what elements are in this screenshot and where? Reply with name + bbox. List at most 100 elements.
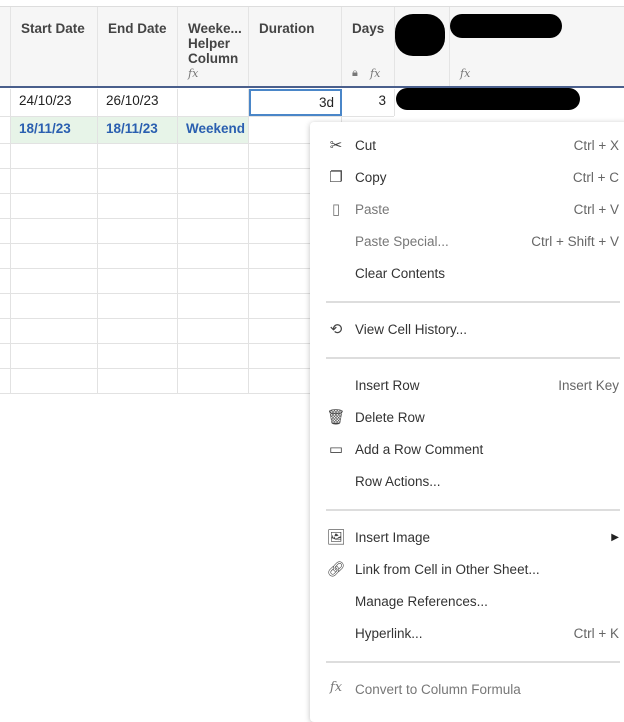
cell[interactable] (98, 244, 178, 268)
menu-item-manage-references[interactable]: Manage References... (310, 587, 624, 617)
cell-duration-selected[interactable]: 3d (249, 89, 342, 116)
menu-item-convert-column-formula[interactable]: fx Convert to Column Formula (310, 675, 624, 705)
cell[interactable] (178, 169, 249, 193)
menu-item-paste[interactable]: ▯ Paste Ctrl + V (310, 195, 624, 225)
cell-weekend-helper[interactable] (178, 89, 249, 116)
cell[interactable] (98, 269, 178, 293)
cell[interactable] (0, 344, 11, 368)
cell[interactable] (0, 294, 11, 318)
cell[interactable] (11, 169, 98, 193)
cell-days[interactable]: 3 (342, 89, 395, 116)
column-label: Days (352, 21, 385, 36)
cell[interactable] (178, 344, 249, 368)
table-row[interactable]: 24/10/23 26/10/23 3d 3 (0, 89, 395, 117)
menu-divider (326, 301, 620, 303)
menu-shortcut: Ctrl + C (572, 170, 619, 185)
row-number[interactable] (0, 117, 11, 143)
menu-item-hyperlink[interactable]: Hyperlink... Ctrl + K (310, 619, 624, 649)
menu-item-delete-row[interactable]: 🗑︎ Delete Row (310, 403, 624, 433)
cell-end-date[interactable]: 26/10/23 (98, 89, 178, 116)
menu-label: Add a Row Comment (355, 442, 484, 457)
cell[interactable] (98, 219, 178, 243)
cell-end-date[interactable]: 18/11/23 (98, 117, 178, 143)
menu-item-cut[interactable]: ✂ Cut Ctrl + X (310, 131, 624, 161)
trash-icon: 🗑︎ (326, 409, 346, 426)
cell[interactable] (98, 144, 178, 168)
menu-item-insert-image[interactable]: 🖼︎ Insert Image ▶ (310, 523, 624, 553)
context-menu: ✂ Cut Ctrl + X ❐ Copy Ctrl + C ▯ Paste Ctrl + … (310, 122, 624, 722)
menu-item-clear-contents[interactable]: Clear Contents (310, 259, 624, 289)
cell[interactable] (98, 294, 178, 318)
column-label: Weeke... Helper Column (188, 21, 242, 66)
cell[interactable] (11, 144, 98, 168)
menu-label: Manage References... (355, 594, 488, 609)
cell[interactable] (178, 319, 249, 343)
column-label: Duration (259, 21, 315, 36)
formula-icon: fx (460, 67, 471, 80)
formula-icon: fx (188, 67, 199, 80)
submenu-arrow-icon: ▶ (611, 532, 619, 543)
cell[interactable] (11, 319, 98, 343)
cell[interactable] (11, 194, 98, 218)
cell[interactable] (178, 219, 249, 243)
menu-item-row-actions[interactable]: Row Actions... (310, 467, 624, 497)
cell[interactable] (178, 269, 249, 293)
cell[interactable] (178, 244, 249, 268)
cell[interactable] (11, 369, 98, 393)
column-header-duration[interactable]: Duration (249, 7, 342, 86)
column-label: End Date (108, 21, 167, 36)
menu-item-paste-special[interactable]: Paste Special... Ctrl + Shift + V (310, 227, 624, 257)
menu-label: Copy (355, 170, 387, 185)
cell[interactable] (11, 219, 98, 243)
cell[interactable] (98, 169, 178, 193)
clipboard-icon: ▯ (331, 201, 341, 218)
cell[interactable] (178, 194, 249, 218)
cell-start-date[interactable]: 18/11/23 (11, 117, 98, 143)
cell[interactable] (98, 344, 178, 368)
cell[interactable] (98, 194, 178, 218)
cell[interactable] (11, 344, 98, 368)
menu-divider (326, 661, 620, 663)
cell-weekend-helper[interactable]: Weekend (178, 117, 249, 143)
column-header-end-date[interactable]: End Date (98, 7, 178, 86)
cell[interactable] (0, 369, 11, 393)
menu-item-view-cell-history[interactable]: ⟲ View Cell History... (310, 315, 624, 345)
menu-label: View Cell History... (355, 322, 468, 337)
row-number[interactable] (0, 89, 11, 116)
comment-icon: ▭ (328, 441, 344, 458)
column-header-weekend-helper[interactable]: Weeke... Helper Column fx (178, 7, 249, 86)
menu-item-insert-row[interactable]: Insert Row Insert Key (310, 371, 624, 401)
cell[interactable] (98, 319, 178, 343)
cell[interactable] (178, 294, 249, 318)
menu-label: Insert Row (355, 378, 420, 393)
cell[interactable] (0, 169, 11, 193)
cell[interactable] (11, 269, 98, 293)
cell[interactable] (178, 369, 249, 393)
menu-label: Insert Image (355, 530, 431, 545)
row-number-header (0, 7, 11, 86)
menu-item-link-from-cell[interactable]: 🔗︎ Link from Cell in Other Sheet... (310, 555, 624, 585)
cell[interactable] (11, 244, 98, 268)
menu-label: Hyperlink... (355, 626, 423, 641)
menu-shortcut: Ctrl + K (573, 626, 619, 641)
cell[interactable] (0, 194, 11, 218)
cell[interactable] (178, 144, 249, 168)
menu-label: Paste (355, 202, 390, 217)
cell[interactable] (98, 369, 178, 393)
scissors-icon: ✂ (329, 137, 343, 154)
cell[interactable] (0, 219, 11, 243)
cell[interactable] (0, 319, 11, 343)
menu-label: Clear Contents (355, 266, 446, 281)
menu-item-add-row-comment[interactable]: ▭ Add a Row Comment (310, 435, 624, 465)
cell-start-date[interactable]: 24/10/23 (11, 89, 98, 116)
column-header-start-date[interactable]: Start Date (11, 7, 98, 86)
cell[interactable] (11, 294, 98, 318)
cell[interactable] (0, 144, 11, 168)
column-header-days[interactable]: Days 🔒︎ fx (342, 7, 395, 86)
history-icon: ⟲ (329, 321, 343, 338)
cell[interactable] (0, 244, 11, 268)
menu-item-copy[interactable]: ❐ Copy Ctrl + C (310, 163, 624, 193)
menu-divider (326, 357, 620, 359)
cell[interactable] (0, 269, 11, 293)
redaction (396, 88, 580, 110)
